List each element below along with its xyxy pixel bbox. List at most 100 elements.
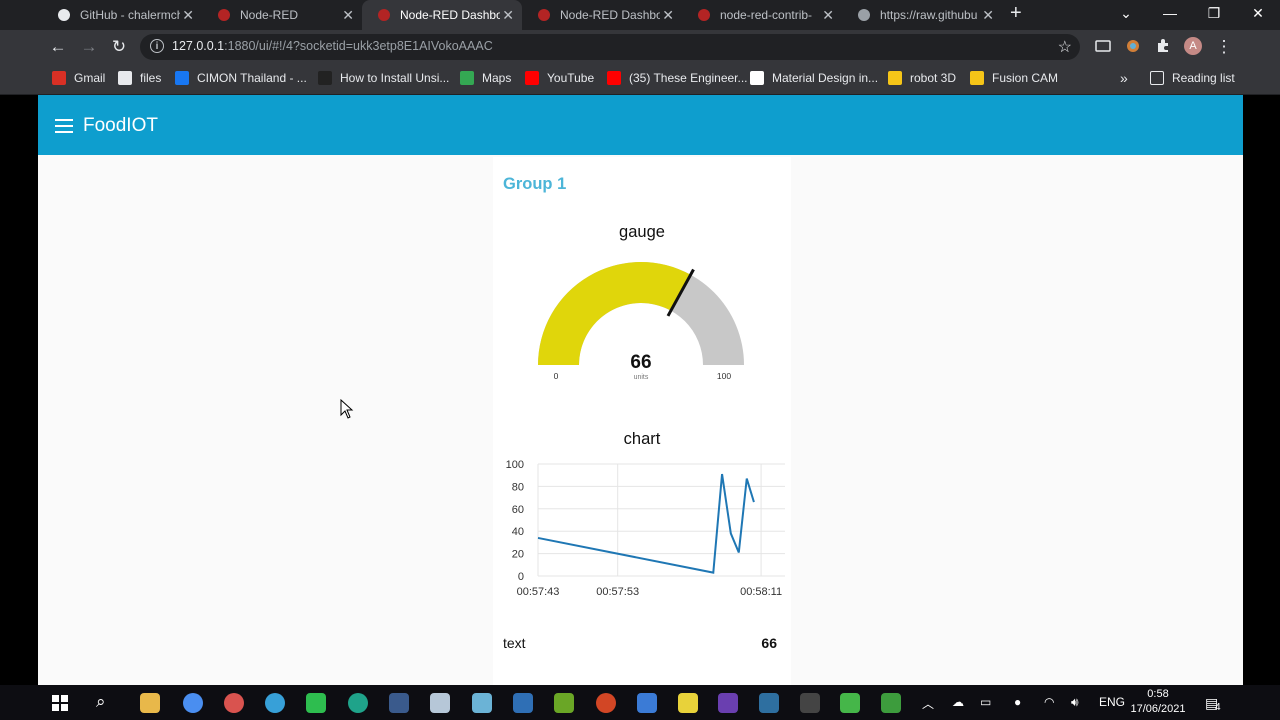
address-bar[interactable]: i 127.0.0.1:1880/ui/#!/4?socketid=ukk3et… xyxy=(140,34,1080,60)
tab-title: Node-RED Dashboa xyxy=(560,8,660,22)
bookmark-item[interactable]: Fusion CAM xyxy=(970,69,1058,87)
site-info-icon[interactable]: i xyxy=(150,39,164,53)
app-icon[interactable] xyxy=(554,693,574,713)
close-window-button[interactable]: ✕ xyxy=(1236,0,1280,30)
reading-list-button[interactable]: Reading list xyxy=(1150,69,1235,87)
bookmark-favicon-icon xyxy=(607,71,621,85)
cast-icon[interactable] xyxy=(1095,38,1111,54)
browser-tab[interactable]: Node-RED Dashboa ✕ xyxy=(362,0,522,30)
bookmark-label: robot 3D xyxy=(910,71,957,85)
reading-list-label: Reading list xyxy=(1172,71,1235,85)
bookmark-item[interactable]: (35) These Engineer... xyxy=(607,69,748,87)
microphone-icon[interactable]: ● xyxy=(1014,695,1021,709)
chart-series-line xyxy=(537,473,755,574)
line-app-icon[interactable] xyxy=(306,693,326,713)
app-icon[interactable] xyxy=(472,693,492,713)
vscode-icon[interactable] xyxy=(637,693,657,713)
tab-title: node-red-contrib- xyxy=(720,8,813,22)
onedrive-icon[interactable]: ☁ xyxy=(952,695,964,709)
bookmark-label: CIMON Thailand - ... xyxy=(197,71,307,85)
restore-button[interactable]: ❐ xyxy=(1192,0,1236,30)
extension-icon[interactable] xyxy=(1125,38,1141,54)
bookmark-item[interactable]: CIMON Thailand - ... xyxy=(175,69,307,87)
bookmark-label: (35) These Engineer... xyxy=(629,71,748,85)
volume-icon[interactable]: 🔊︎ xyxy=(1071,695,1079,710)
bookmarks-overflow-button[interactable]: » xyxy=(1120,69,1128,87)
bookmark-favicon-icon xyxy=(52,71,66,85)
group-title: Group 1 xyxy=(503,175,567,193)
url-text[interactable]: 127.0.0.1:1880/ui/#!/4?socketid=ukk3etp8… xyxy=(172,39,493,53)
app-icon[interactable] xyxy=(513,693,533,713)
y-tick-label: 20 xyxy=(512,549,524,561)
line-chart: 0 20 40 60 80 100 00:57:43 00:57:53 00:58:11 xyxy=(506,459,785,598)
app-icon[interactable] xyxy=(840,693,860,713)
browser-tab[interactable]: Node-RED Dashboa ✕ xyxy=(522,0,682,30)
profile-menu-icon[interactable]: ⌄ xyxy=(1104,0,1148,30)
x-tick-label: 00:57:53 xyxy=(596,586,639,598)
search-icon[interactable]: ⌕ xyxy=(96,692,106,712)
gauge-widget: 66 units 0 100 xyxy=(538,261,744,381)
browser-tab[interactable]: node-red-contrib- ✕ xyxy=(682,0,842,30)
y-tick-label: 0 xyxy=(518,571,524,583)
text-widget-label: text xyxy=(503,635,526,651)
reload-button[interactable]: ↻ xyxy=(109,37,129,57)
chrome-profile-icon[interactable] xyxy=(265,693,285,713)
battery-icon[interactable]: ▭ xyxy=(980,695,991,709)
powerpoint-icon[interactable] xyxy=(596,693,616,713)
minimize-button[interactable]: — xyxy=(1148,0,1192,30)
app-icon[interactable] xyxy=(881,693,901,713)
globe-icon xyxy=(856,7,872,23)
bookmark-item[interactable]: How to Install Unsi... xyxy=(318,69,449,87)
language-indicator[interactable]: ENG xyxy=(1099,695,1125,709)
app-icon[interactable] xyxy=(348,693,368,713)
bookmark-favicon-icon xyxy=(888,71,902,85)
node-red-icon xyxy=(696,7,712,23)
wifi-icon[interactable]: ◠ xyxy=(1044,695,1054,709)
puzzle-icon[interactable] xyxy=(1155,38,1171,54)
chrome-icon[interactable] xyxy=(183,693,203,713)
bookmark-label: YouTube xyxy=(547,71,595,85)
node-red-icon xyxy=(376,7,392,23)
bookmark-favicon-icon xyxy=(460,71,474,85)
tab-close-icon[interactable]: ✕ xyxy=(182,7,194,24)
bookmark-item[interactable]: YouTube xyxy=(525,69,594,87)
show-hidden-icons[interactable]: ︿ xyxy=(922,695,934,712)
app-icon[interactable] xyxy=(389,693,409,713)
window-controls: ⌄ — ❐ ✕ xyxy=(1104,0,1280,30)
browser-tab[interactable]: Node-RED ✕ xyxy=(202,0,362,30)
profile-avatar[interactable]: A xyxy=(1184,37,1202,55)
app-icon[interactable] xyxy=(759,693,779,713)
file-explorer-icon[interactable] xyxy=(140,693,160,713)
bookmark-item[interactable]: Maps xyxy=(460,69,511,87)
help-icon[interactable] xyxy=(678,693,698,713)
gauge-units: units xyxy=(634,374,649,381)
bookmark-item[interactable]: Material Design in... xyxy=(750,69,878,87)
chrome-active-icon[interactable] xyxy=(224,693,244,713)
tab-close-icon[interactable]: ✕ xyxy=(982,7,994,24)
bookmark-star-icon[interactable]: ☆ xyxy=(1058,37,1072,57)
bookmark-item[interactable]: robot 3D xyxy=(888,69,956,87)
back-button[interactable]: ← xyxy=(48,37,68,57)
browser-tab[interactable]: GitHub - chalermch ✕ xyxy=(42,0,202,30)
tab-close-icon[interactable]: ✕ xyxy=(342,7,354,24)
tab-close-icon[interactable]: ✕ xyxy=(662,7,674,24)
clock[interactable]: 0:58 17/06/2021 xyxy=(1128,687,1188,717)
paint-icon[interactable] xyxy=(430,693,450,713)
terminal-icon[interactable] xyxy=(800,693,820,713)
app-icon[interactable] xyxy=(718,693,738,713)
tab-close-icon[interactable]: ✕ xyxy=(502,7,514,24)
forward-button[interactable]: → xyxy=(79,37,99,57)
browser-tab[interactable]: https://raw.githubu ✕ xyxy=(842,0,1002,30)
bookmark-item[interactable]: files xyxy=(118,69,161,87)
y-tick-label: 80 xyxy=(512,481,524,493)
browser-menu-icon[interactable]: ⋮ xyxy=(1214,37,1234,57)
menu-icon[interactable] xyxy=(55,119,73,137)
bookmark-favicon-icon xyxy=(970,71,984,85)
windows-start-icon[interactable] xyxy=(52,695,68,711)
bookmark-label: Maps xyxy=(482,71,512,85)
text-widget: text 66 xyxy=(503,635,777,651)
bookmark-item[interactable]: Gmail xyxy=(52,69,105,87)
new-tab-button[interactable]: + xyxy=(1010,2,1022,25)
tab-title: Node-RED Dashboa xyxy=(400,8,500,22)
tab-close-icon[interactable]: ✕ xyxy=(822,7,834,24)
